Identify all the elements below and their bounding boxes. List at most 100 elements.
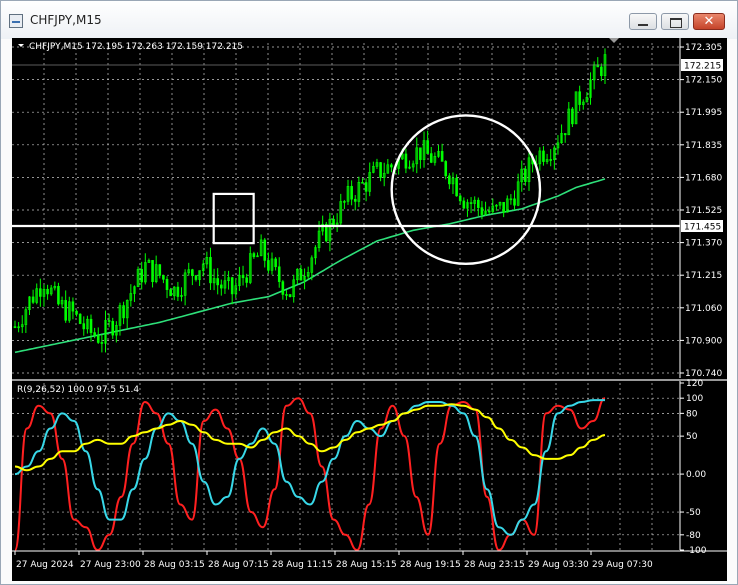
- candle-body: [600, 66, 603, 76]
- candle-body: [71, 301, 75, 312]
- candle-body: [469, 202, 473, 204]
- candle-body: [353, 198, 357, 202]
- time-label: 28 Aug 19:15: [400, 560, 461, 570]
- candle-body: [191, 269, 194, 276]
- candle-body: [245, 277, 248, 283]
- minimize-icon[interactable]: [629, 13, 657, 30]
- candle-body: [107, 320, 111, 322]
- indicator-label: 120: [686, 379, 703, 389]
- indicator-label: -50: [686, 508, 701, 518]
- indicator-label: 80: [686, 409, 698, 419]
- candle-body: [267, 260, 270, 271]
- price-label: 170.740: [685, 369, 722, 379]
- time-label: 27 Aug 2024: [16, 560, 74, 570]
- candle-body: [458, 195, 462, 202]
- candle-body: [288, 294, 292, 298]
- price-label: 171.060: [685, 304, 722, 314]
- price-label: 171.370: [685, 239, 722, 249]
- candle-body: [361, 182, 364, 184]
- candle-body: [390, 164, 393, 168]
- candle-body: [176, 286, 180, 297]
- price-label: 171.215: [685, 271, 722, 281]
- candle-body: [57, 286, 60, 305]
- candle-body: [502, 201, 505, 213]
- candle-body: [39, 288, 42, 297]
- time-label: 29 Aug 03:30: [528, 560, 589, 570]
- price-label: 171.835: [685, 141, 722, 151]
- price-label: 172.150: [685, 76, 722, 86]
- candle-body: [220, 284, 223, 289]
- maximize-icon[interactable]: [661, 13, 689, 30]
- candle-body: [440, 151, 444, 162]
- close-glyph: ✕: [703, 14, 715, 29]
- candle-body: [419, 147, 422, 160]
- candle-body: [111, 321, 115, 336]
- candle-body: [209, 257, 212, 284]
- level-price-label: 171.455: [684, 223, 721, 233]
- chart-window: CHFJPY,M15 ✕ 172.305 172.150 171.995 171.83…: [0, 0, 738, 585]
- time-label: 28 Aug 07:15: [208, 560, 269, 570]
- time-label: 27 Aug 23:00: [80, 560, 141, 570]
- candle-body: [162, 275, 165, 280]
- candle-body: [277, 266, 281, 282]
- candle-body: [332, 218, 335, 226]
- title-bar[interactable]: CHFJPY,M15 ✕: [1, 1, 737, 39]
- candle-body: [89, 318, 93, 333]
- candle-body: [549, 159, 553, 161]
- chart-header: CHFJPY,M15 172.195 172.263 172.159 172.2…: [29, 42, 243, 52]
- candle-body: [216, 278, 219, 286]
- price-chart[interactable]: 172.305 172.150 171.995 171.835 171.680 171.5…: [12, 38, 727, 581]
- candle-body: [563, 133, 567, 136]
- candle-body: [285, 294, 288, 296]
- close-icon[interactable]: ✕: [693, 13, 725, 30]
- candle-body: [194, 275, 198, 280]
- candle-body: [82, 323, 86, 330]
- candle-body: [100, 342, 104, 344]
- candle-body: [263, 239, 267, 261]
- price-label: 171.995: [685, 108, 722, 118]
- candle-body: [379, 162, 382, 178]
- indicator-label: 0.00: [686, 470, 706, 480]
- candle-body: [524, 168, 527, 182]
- time-label: 29 Aug 07:30: [592, 560, 653, 570]
- candle-body: [487, 210, 491, 213]
- candle-body: [169, 289, 172, 297]
- candle-body: [46, 288, 49, 295]
- time-label: 28 Aug 03:15: [144, 560, 205, 570]
- chart-window-icon[interactable]: [9, 14, 23, 28]
- candle-body: [274, 258, 277, 268]
- candle-body: [165, 278, 169, 290]
- candle-body: [93, 332, 96, 336]
- candle-body: [281, 281, 285, 295]
- candle-body: [140, 269, 143, 283]
- price-label: 170.900: [685, 336, 722, 346]
- candle-body: [542, 150, 545, 162]
- indicator-header: R(9,26,52) 100.0 97.5 51.4: [17, 385, 139, 395]
- candle-body: [151, 260, 154, 283]
- time-label: 28 Aug 23:15: [464, 560, 525, 570]
- window-title: CHFJPY,M15: [30, 13, 102, 27]
- time-label: 28 Aug 11:15: [272, 560, 333, 570]
- candle-body: [13, 326, 17, 328]
- price-label: 171.680: [685, 173, 722, 183]
- candle-body: [158, 264, 162, 276]
- candle-body: [513, 198, 516, 206]
- candle-body: [404, 153, 408, 169]
- candle-body: [230, 277, 234, 295]
- candle-body: [426, 140, 429, 154]
- time-label: 28 Aug 15:15: [336, 560, 397, 570]
- candle-body: [122, 305, 125, 319]
- candle-body: [64, 300, 67, 321]
- candle-body: [448, 175, 451, 185]
- candle-body: [96, 335, 100, 343]
- current-price-label: 172.215: [684, 62, 721, 72]
- candle-body: [78, 313, 82, 324]
- candle-body: [350, 186, 353, 200]
- indicator-label: 50: [686, 432, 698, 442]
- candle-body: [299, 268, 303, 281]
- candle-body: [75, 310, 78, 315]
- price-label: 172.305: [685, 43, 722, 53]
- candle-body: [444, 161, 448, 177]
- candle-body: [571, 108, 574, 125]
- indicator-label: 100: [686, 394, 703, 404]
